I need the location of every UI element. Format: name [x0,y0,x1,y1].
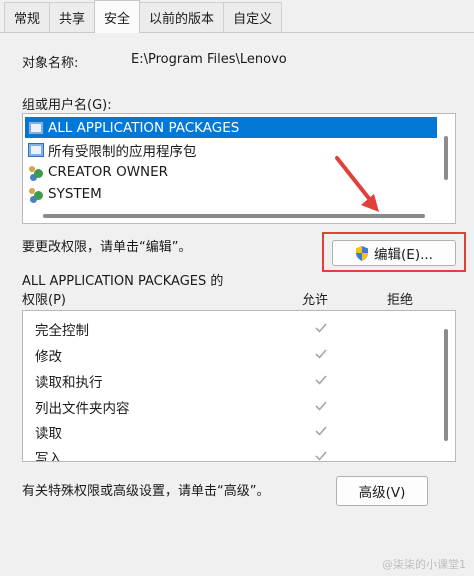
user-name: SYSTEM [48,185,102,202]
tab-strip: 常规 共享 安全 以前的版本 自定义 [0,0,474,33]
deny-column-header: 拒绝 [387,293,414,308]
tab-general[interactable]: 常规 [4,2,51,32]
allow-check-icon [315,349,327,359]
permissions-title: ALL APPLICATION PACKAGES 的 [22,274,224,289]
permission-row: 完全控制 [35,323,89,339]
permission-row: 列出文件夹内容 [35,401,130,417]
permissions-list[interactable]: 完全控制 修改 读取和执行 列出文件夹内容 读取 写入 [22,310,456,462]
shield-icon [356,245,369,261]
users-vertical-scrollbar[interactable] [444,136,448,180]
group-users-label: 组或用户名(G): [22,98,112,113]
allow-check-icon [315,426,327,436]
allow-column-header: 允许 [302,293,329,308]
tab-sharing[interactable]: 共享 [49,2,96,32]
object-name-label: 对象名称: [22,56,79,71]
user-item-creator-owner[interactable]: CREATOR OWNER [28,161,168,182]
package-icon [28,120,44,135]
users-horizontal-scrollbar[interactable] [43,214,425,218]
package-icon [28,142,44,157]
object-name-value: E:\Program Files\Lenovo [131,52,287,67]
permission-row: 读取和执行 [35,375,103,391]
watermark: @柒柒的小课堂1 [382,558,466,571]
edit-button-label: 编辑(E)... [374,247,433,263]
users-icon [28,187,44,201]
user-name: 所有受限制的应用程序包 [48,143,197,160]
tab-security[interactable]: 安全 [94,0,141,33]
user-item-restricted-packages[interactable]: 所有受限制的应用程序包 [28,139,197,160]
allow-check-icon [315,451,327,461]
edit-hint: 要更改权限，请单击“编辑”。 [22,240,192,255]
user-item-system[interactable]: SYSTEM [28,183,102,204]
advanced-button[interactable]: 高级(V) [336,476,428,506]
users-list[interactable]: ALL APPLICATION PACKAGES 所有受限制的应用程序包 CRE… [22,113,456,224]
users-icon [28,165,44,179]
edit-button[interactable]: 编辑(E)... [332,240,456,266]
allow-check-icon [315,375,327,385]
tab-previous-versions[interactable]: 以前的版本 [139,2,225,32]
permissions-label: 权限(P) [22,293,66,308]
permissions-vertical-scrollbar[interactable] [444,329,448,441]
allow-check-icon [315,401,327,411]
user-name: ALL APPLICATION PACKAGES [48,119,240,136]
user-item-all-application-packages[interactable]: ALL APPLICATION PACKAGES [25,117,437,138]
permission-row: 读取 [35,426,62,442]
user-name: CREATOR OWNER [48,163,169,180]
advanced-hint: 有关特殊权限或高级设置，请单击“高级”。 [22,484,270,499]
permission-row: 修改 [35,349,62,365]
tab-customize[interactable]: 自定义 [223,2,283,32]
allow-check-icon [315,323,327,333]
permission-row: 写入 [35,451,62,462]
